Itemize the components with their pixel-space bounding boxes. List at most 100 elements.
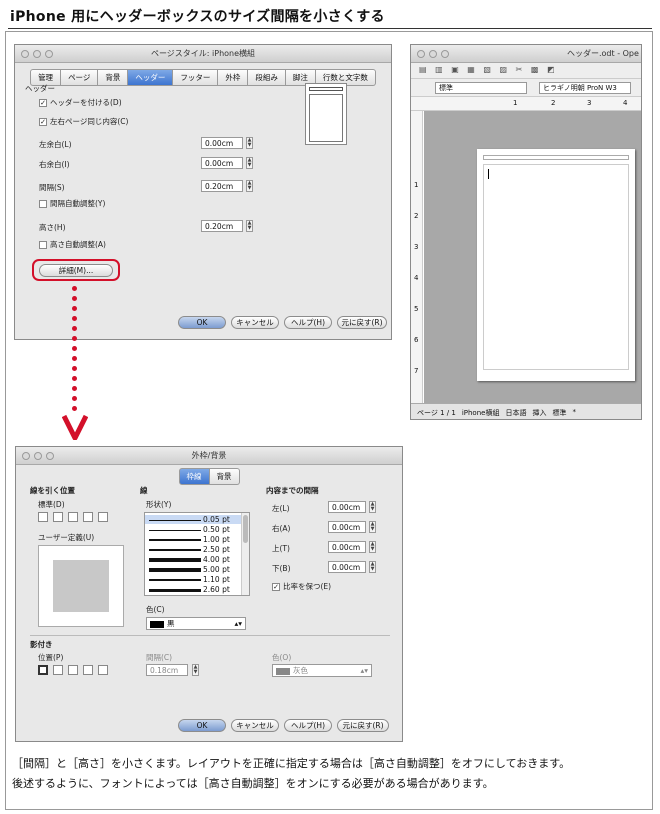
spacing-label: 間隔(S) <box>39 183 65 192</box>
gray-swatch-icon <box>276 667 290 675</box>
left-margin-input[interactable]: 0.00cm <box>201 137 243 149</box>
line-swatches <box>149 515 201 595</box>
window-controls[interactable] <box>417 50 449 58</box>
page-style-status: iPhone横組 <box>461 409 500 417</box>
pad-left-input[interactable]: 0.00cm <box>328 501 366 513</box>
tab-header[interactable]: ヘッダー <box>128 69 174 86</box>
more-button[interactable]: 詳細(M)... <box>39 264 113 277</box>
caption: ［間隔］と［高さ］を小さくます。レイアウトを正確に指定する場合は［高さ自動調整］… <box>12 754 652 794</box>
page-heading: iPhone 用にヘッダーボックスのサイズ間隔を小さくする <box>10 9 385 25</box>
line-style-swatch[interactable] <box>149 525 201 535</box>
ok-button[interactable]: OK <box>178 316 226 329</box>
scrollbar[interactable] <box>241 513 249 595</box>
tab-footer[interactable]: フッター <box>173 69 219 86</box>
shadow-distance-input[interactable]: 0.18cm <box>146 664 188 676</box>
writer-titlebar: ヘッダー.odt - Ope <box>411 45 641 63</box>
document-page[interactable] <box>477 149 635 381</box>
pad-bottom-input[interactable]: 0.00cm <box>328 561 366 573</box>
spacing-stepper[interactable]: ▲ ▼ <box>246 180 253 192</box>
left-margin-label: 左余白(L) <box>39 140 72 149</box>
page-preview <box>305 83 347 145</box>
caption-line-2: 後述するように、フォントによっては［高さ自動調整］をオンにする必要がある場合があ… <box>12 777 494 790</box>
header-on-checkbox[interactable]: ✓ ヘッダーを付ける(D) <box>39 97 122 108</box>
tab-borders[interactable]: 枠線 <box>178 468 210 485</box>
reset-button[interactable]: 元に戻す(R) <box>337 719 389 732</box>
help-button[interactable]: ヘルプ(H) <box>284 316 332 329</box>
color-label: 色(C) <box>146 605 165 614</box>
user-defined-label: ユーザー定義(U) <box>38 533 95 542</box>
line-style-label: 1.00 pt <box>203 535 230 544</box>
ok-button[interactable]: OK <box>178 719 226 732</box>
help-button[interactable]: ヘルプ(H) <box>284 719 332 732</box>
status-bar: ページ 1 / 1 iPhone横組 日本語 挿入 標準 * <box>411 403 641 419</box>
line-style-label: 1.10 pt <box>203 575 230 584</box>
borders-dialog: 外枠/背景 枠線 背景 線を引く位置 標準(D) ユーザー定義(U) 線 形状(… <box>15 446 403 742</box>
dialog-title: ページスタイル: iPhone横組 <box>150 49 256 58</box>
spacing-input[interactable]: 0.20cm <box>201 180 243 192</box>
pad-right-input[interactable]: 0.00cm <box>328 521 366 533</box>
pad-left-label: 左(L) <box>272 504 290 513</box>
tab-columns[interactable]: 段組み <box>248 69 286 86</box>
writer-toolbar[interactable]: ▤ ▥ ▣ ▦ ▧ ▨ ✂ ▩ ◩ <box>411 63 641 79</box>
cancel-button[interactable]: キャンセル <box>231 719 279 732</box>
tab-background[interactable]: 背景 <box>209 468 240 485</box>
same-content-checkbox[interactable]: ✓ 左右ページ同じ内容(C) <box>39 116 128 127</box>
shadow-color-label: 色(O) <box>272 653 292 662</box>
section-header-label: ヘッダー <box>25 84 55 93</box>
height-stepper[interactable]: ▲ ▼ <box>246 220 253 232</box>
body-area[interactable] <box>483 164 629 370</box>
height-input[interactable]: 0.20cm <box>201 220 243 232</box>
pad-top-label: 上(T) <box>272 544 290 553</box>
line-style-swatch[interactable] <box>149 535 201 545</box>
selection-mode-status: 標準 <box>552 409 567 417</box>
header-box[interactable] <box>483 155 629 160</box>
line-style-swatch[interactable] <box>149 555 201 565</box>
shadow-color-select[interactable]: 灰色 ▴▾ <box>272 664 372 677</box>
reset-button[interactable]: 元に戻す(R) <box>337 316 387 329</box>
heading-rule <box>8 28 652 29</box>
pad-bottom-stepper[interactable]: ▲ ▼ <box>369 561 376 573</box>
pad-bottom-label: 下(B) <box>272 564 291 573</box>
pad-left-stepper[interactable]: ▲ ▼ <box>369 501 376 513</box>
paragraph-style-select[interactable]: 標準 <box>435 82 527 94</box>
pad-right-stepper[interactable]: ▲ ▼ <box>369 521 376 533</box>
height-auto-checkbox[interactable]: 高さ自動調整(A) <box>39 239 106 250</box>
line-color-select[interactable]: 黒 ▴▾ <box>146 617 246 630</box>
tab-page[interactable]: ページ <box>61 69 99 86</box>
line-style-swatch[interactable] <box>149 515 201 525</box>
tab-borders[interactable]: 外枠 <box>218 69 249 86</box>
tab-background[interactable]: 背景 <box>98 69 129 86</box>
line-style-swatch[interactable] <box>149 565 201 575</box>
pad-top-stepper[interactable]: ▲ ▼ <box>369 541 376 553</box>
caption-line-1: ［間隔］と［高さ］を小さくます。レイアウトを正確に指定する場合は［高さ自動調整］… <box>12 757 571 770</box>
line-style-list[interactable]: 0.05 pt 0.50 pt 1.00 pt 2.50 pt 4.00 pt 5.00 … <box>144 512 250 596</box>
keep-ratio-checkbox[interactable]: ✓ 比率を保つ(E) <box>272 581 331 592</box>
line-position-title: 線を引く位置 <box>30 486 75 495</box>
cancel-button[interactable]: キャンセル <box>231 316 279 329</box>
shadow-distance-stepper[interactable]: ▲ ▼ <box>192 664 199 676</box>
left-margin-stepper[interactable]: ▲ ▼ <box>246 137 253 149</box>
insert-mode-status: 挿入 <box>532 409 547 417</box>
line-style-swatch[interactable] <box>149 545 201 555</box>
line-style-swatch[interactable] <box>149 575 201 585</box>
shadow-distance-label: 間隔(C) <box>146 653 173 662</box>
right-margin-input[interactable]: 0.00cm <box>201 157 243 169</box>
window-controls[interactable] <box>21 50 53 58</box>
right-margin-stepper[interactable]: ▲ ▼ <box>246 157 253 169</box>
shadow-position-presets[interactable] <box>38 665 111 675</box>
font-name-select[interactable]: ヒラギノ明朝 ProN W3 <box>539 82 631 94</box>
line-labels: 0.05 pt 0.50 pt 1.00 pt 2.50 pt 4.00 pt 5.00 … <box>203 515 243 595</box>
spacing-auto-checkbox[interactable]: 間隔自動調整(Y) <box>39 198 105 209</box>
document-canvas <box>424 111 641 403</box>
dialog-title: 外枠/背景 <box>191 451 227 460</box>
line-style-swatch[interactable] <box>149 585 201 595</box>
window-controls[interactable] <box>22 452 54 460</box>
modified-status: * <box>572 408 576 416</box>
pad-top-input[interactable]: 0.00cm <box>328 541 366 553</box>
vertical-ruler: 1 2 3 4 5 6 7 <box>411 111 423 403</box>
page-style-dialog: ページスタイル: iPhone横組 管理 ページ 背景 ヘッダー フッター 外枠… <box>14 44 392 340</box>
line-style-label: 0.05 pt <box>203 515 230 524</box>
default-presets[interactable] <box>38 512 111 522</box>
horizontal-ruler: 1 2 3 4 <box>411 97 641 111</box>
user-defined-preview[interactable] <box>38 545 124 627</box>
